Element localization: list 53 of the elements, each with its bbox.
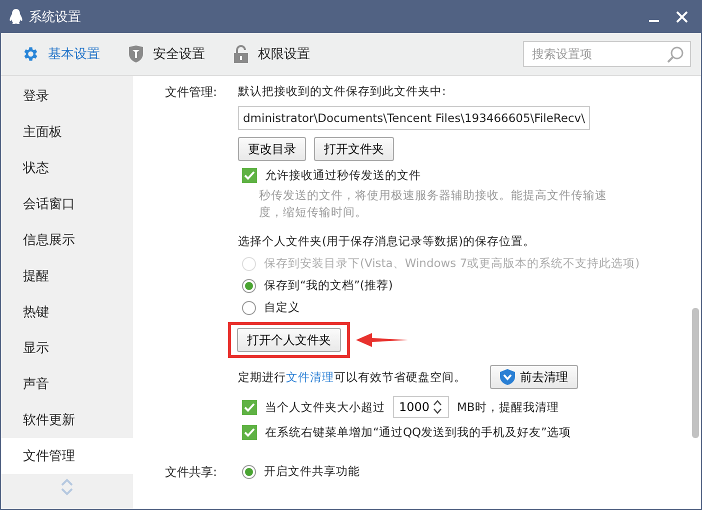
radio-label: 自定义 [264,300,300,315]
sidebar-item[interactable]: 显示 [1,330,133,366]
radio-label: 保存到“我的文档”(推荐) [264,278,393,293]
lock-icon [233,45,249,63]
radio-button[interactable] [242,278,256,292]
checkbox[interactable] [242,400,257,414]
sidebar-item[interactable]: 声音 [1,366,133,402]
cleanup-sentence: 定期进行文件清理可以有效节省硬盘空间。 [238,370,466,384]
scroll-up-icon[interactable] [61,478,73,486]
cleanup-link[interactable]: 文件清理 [286,370,334,384]
option-label: 允许接收通过秒传发送的文件 [265,168,421,183]
cleanup-button[interactable]: 前去清理 [490,365,578,389]
size-spinbox[interactable]: 1000 [393,396,449,418]
sidebar-item[interactable]: 提醒 [1,258,133,294]
open-personal-folder-button[interactable]: 打开个人文件夹 [237,328,341,352]
radio-button[interactable] [242,464,256,478]
shield-icon [128,45,144,63]
sidebar-item[interactable]: 信息展示 [1,222,133,258]
sidebar-item[interactable]: 状态 [1,150,133,186]
sidebar-item[interactable]: 软件更新 [1,402,133,438]
intro-text: 默认把接收到的文件保存到此文件夹中: [238,84,446,99]
settings-tab[interactable]: 权限设置 [233,41,310,67]
option-label: MB时，提醒我清理 [457,400,559,414]
penguin-icon [9,9,23,25]
close-icon[interactable] [676,11,688,23]
sidebar-item[interactable]: 会话窗口 [1,186,133,222]
search-box[interactable]: 搜索设置项 [523,41,691,67]
option-description: 秒传发送的文件，将使用极速服务器辅助接收。能提高文件传输速度，缩短传输时间。 [258,187,608,221]
spinner-icon[interactable] [433,399,442,415]
option-label: 当个人文件夹大小超过 [265,400,385,414]
scroll-down-icon[interactable] [61,488,73,496]
sidebar-item[interactable]: 登录 [1,78,133,114]
radio-button[interactable] [242,300,256,314]
option-label: 在系统右键菜单增加“通过QQ发送到我的手机及好友”选项 [265,425,572,440]
shield-icon [500,369,515,385]
radio-label: 保存到安装目录下(Vista、Windows 7或更高版本的系统不支持此选项) [264,256,640,271]
radio-label: 开启文件共享功能 [264,464,360,479]
path-field[interactable]: dministrator\Documents\Tencent Files\193466605\FileRecv\ [238,106,590,130]
sidebar-item[interactable]: 主面板 [1,114,133,150]
folder-button[interactable]: 打开文件夹 [314,137,394,161]
scrollbar-thumb[interactable] [692,308,698,438]
section-label: 文件共享: [165,464,218,481]
settings-tab[interactable]: 安全设置 [128,41,205,67]
window-title: 系统设置 [29,9,82,26]
sidebar-item[interactable]: 文件管理 [1,438,133,474]
sidebar-item[interactable]: 热键 [1,294,133,330]
search-icon [667,46,684,62]
prompt-text: 选择个人文件夹(用于保存消息记录等数据)的保存位置。 [238,234,535,249]
checkbox[interactable] [242,425,257,440]
checkbox[interactable] [242,168,257,183]
folder-button[interactable]: 更改目录 [238,137,306,161]
settings-tab[interactable]: 基本设置 [21,41,100,67]
section-label: 文件管理: [165,84,218,101]
